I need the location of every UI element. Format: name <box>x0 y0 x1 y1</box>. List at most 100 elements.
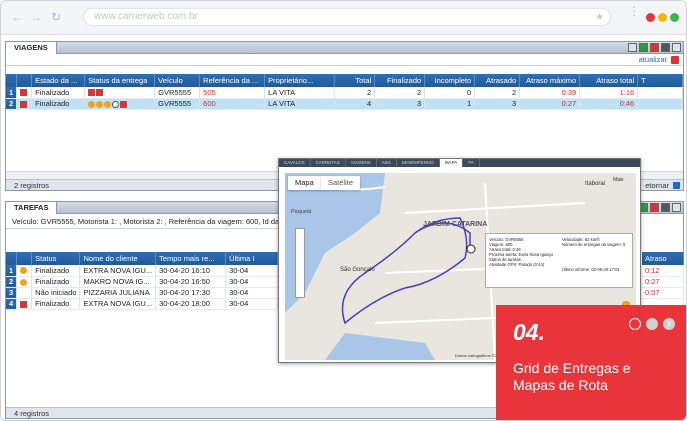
satellite-type-button[interactable]: Satélite <box>321 176 361 190</box>
feature-number: 04. <box>513 319 545 345</box>
cell-proprietario: LA VITA <box>264 98 336 110</box>
cell-atrasado: 3 <box>474 98 521 110</box>
table-row: 0:07 <box>642 287 684 299</box>
export-pdf-icon[interactable] <box>650 43 659 52</box>
tarefas-title: TAREFAS <box>6 202 58 214</box>
export-excel-icon[interactable] <box>639 43 648 52</box>
row-number: 1 <box>6 265 18 277</box>
cell-referencia[interactable]: 505 <box>199 87 266 99</box>
refresh-icon[interactable] <box>671 56 679 64</box>
col-incompleto[interactable]: Incompleto <box>424 74 476 87</box>
col-t[interactable]: T <box>637 74 683 87</box>
table-row[interactable]: 3 Não iniciado PIZZARIA JULIANA 30-04-20… <box>6 287 278 299</box>
back-arrow-icon[interactable]: ← <box>11 10 23 24</box>
collapse-icon[interactable] <box>672 43 681 52</box>
col-indicator <box>16 252 33 265</box>
feature-promo-card: 04. Grid de Entregas e Mapas de Rota <box>496 305 686 420</box>
browser-toolbar: ← → ↻ www.carrierweb.com.br ★ ⋮ <box>1 1 686 35</box>
cell-t <box>637 98 683 110</box>
url-text: www.carrierweb.com.br <box>94 11 198 22</box>
reload-icon[interactable]: ↻ <box>51 10 61 24</box>
window-close-dot[interactable] <box>646 13 655 22</box>
tab-abs[interactable]: ABS <box>377 159 397 167</box>
col-finalizado[interactable]: Finalizado <box>374 74 426 87</box>
more-label[interactable]: Mais <box>613 177 624 183</box>
cell-cliente: PIZZARIA JULIANA <box>79 287 157 299</box>
table-row[interactable]: 2 Finalizado GVR5555 600 LA VITA 4 3 1 3… <box>6 98 683 110</box>
tab-desempenho[interactable]: DESEMPENHO <box>397 159 440 167</box>
tarefas-table: Status Nome do cliente Tempo mais re... … <box>6 252 278 310</box>
status-square-icon <box>20 100 28 108</box>
forward-arrow-icon[interactable]: → <box>30 10 42 24</box>
cell-atraso-total: 1:16 <box>579 87 639 99</box>
cell-cliente: EXTRA NOVA IGU... <box>79 265 157 277</box>
tarefas-header-row: Status Nome do cliente Tempo mais re... … <box>6 252 278 265</box>
cell-ultima: 30-04 <box>225 287 278 299</box>
viagens-toolbar: atualizar <box>6 54 683 66</box>
col-referencia[interactable]: Referência da ... <box>199 74 266 87</box>
bookmark-star-icon[interactable]: ★ <box>595 10 604 26</box>
cell-t <box>637 87 683 99</box>
viagens-return-link[interactable]: etornar <box>645 180 669 191</box>
col-atraso-maximo[interactable]: Atraso máximo <box>519 74 581 87</box>
tab-carretas[interactable]: CARRETAS <box>311 159 346 167</box>
col-atrasado[interactable]: Atrasado <box>474 74 521 87</box>
table-row[interactable]: 2 Finalizado MAKRO NOVA IG... 30-04-20 1… <box>6 276 278 288</box>
tab-cavalos[interactable]: CAVALOS <box>279 159 311 167</box>
table-row[interactable]: 4 Finalizado EXTRA NOVA IGU... 30-04-20 … <box>6 298 278 310</box>
cell-referencia[interactable]: 600 <box>199 98 266 110</box>
window-minimize-dot[interactable] <box>658 13 667 22</box>
tab-viagens[interactable]: VIAGENS <box>346 159 377 167</box>
col-total[interactable]: Total <box>334 74 376 87</box>
map-window-tabs: CAVALOS CARRETAS VIAGENS ABS DESEMPENHO … <box>279 159 640 167</box>
status-square-icon <box>20 89 28 97</box>
export-pdf-icon[interactable] <box>650 203 659 212</box>
collapse-icon[interactable] <box>672 203 681 212</box>
map-drawing-tools[interactable] <box>295 228 305 298</box>
cell-total: 4 <box>334 98 376 110</box>
table-row: 0:12 <box>642 265 684 277</box>
address-bar[interactable]: www.carrierweb.com.br ★ <box>83 8 611 26</box>
print-icon[interactable] <box>661 203 670 212</box>
info-last-report: Último informe: 02-05-20 17:01 <box>562 267 620 272</box>
cell-tempo: 30-04-20 16:50 <box>155 276 227 288</box>
promo-close-icon[interactable]: x <box>663 318 675 330</box>
browser-menu-icon[interactable]: ⋮ <box>628 5 640 17</box>
status-circle-icon <box>20 267 28 275</box>
promo-prev-icon[interactable] <box>629 318 641 330</box>
col-status-entrega[interactable]: Status da entrega <box>84 74 156 87</box>
cell-atrasado: 2 <box>474 87 521 99</box>
col-veiculo[interactable]: Veículo <box>154 74 201 87</box>
return-icon[interactable] <box>673 182 680 189</box>
cell-incompleto: 0 <box>424 87 476 99</box>
map-type-button[interactable]: Mapa <box>288 176 321 190</box>
promo-menu-icon[interactable] <box>646 318 658 330</box>
col-atraso-total[interactable]: Atraso total <box>579 74 639 87</box>
viagens-refresh-link[interactable]: atualizar <box>639 55 667 64</box>
row-indicator <box>16 87 33 99</box>
col-atraso[interactable]: Atraso <box>642 252 684 265</box>
cell-atraso: 0:27 <box>642 276 684 288</box>
col-tempo[interactable]: Tempo mais re... <box>155 252 227 265</box>
window-maximize-dot[interactable] <box>670 13 679 22</box>
delivery-late-icon <box>96 89 104 97</box>
col-row-number <box>6 252 18 265</box>
col-status[interactable]: Status <box>31 252 81 265</box>
cell-status: Finalizado <box>31 276 81 288</box>
tab-pa[interactable]: PA <box>463 159 480 167</box>
cell-tempo: 30-04-20 17:30 <box>155 287 227 299</box>
row-number: 2 <box>6 98 18 110</box>
cell-atraso: 0:12 <box>642 265 684 277</box>
table-row[interactable]: 1 Finalizado GVR5555 505 LA VITA 2 2 0 2… <box>6 87 683 99</box>
tab-mapa[interactable]: MAPA <box>439 159 464 167</box>
cell-cliente: EXTRA NOVA IGU... <box>79 298 157 310</box>
vehicle-marker-icon[interactable] <box>466 244 476 254</box>
col-cliente[interactable]: Nome do cliente <box>79 252 157 265</box>
print-icon[interactable] <box>661 43 670 52</box>
col-estado[interactable]: Estado da ... <box>31 74 86 87</box>
col-proprietario[interactable]: Proprietário... <box>264 74 336 87</box>
table-row[interactable]: 1 Finalizado EXTRA NOVA IGU... 30-04-20 … <box>6 265 278 277</box>
col-ultima[interactable]: Última I <box>225 252 278 265</box>
settings-icon[interactable] <box>628 43 637 52</box>
col-indicator <box>16 74 33 87</box>
